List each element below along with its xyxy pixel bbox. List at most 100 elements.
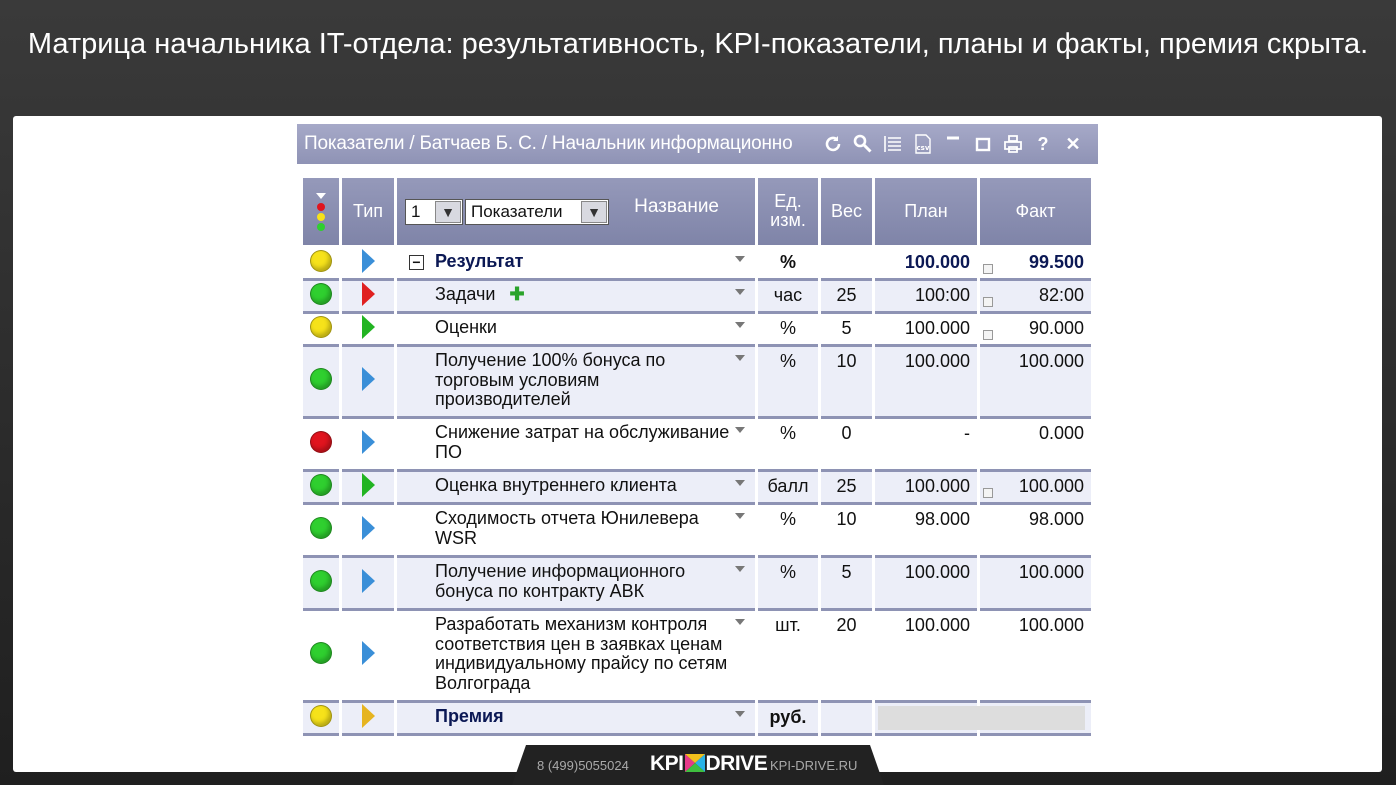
indicator-name[interactable]: Оценки: [435, 317, 497, 337]
collapse-icon[interactable]: −: [409, 255, 424, 270]
chevron-down-icon[interactable]: [735, 619, 745, 625]
chevron-down-icon[interactable]: [735, 322, 745, 328]
plan-cell[interactable]: 100.000: [875, 611, 977, 703]
weight-cell[interactable]: 5: [821, 558, 872, 611]
chevron-down-icon[interactable]: [735, 711, 745, 717]
plan-cell[interactable]: 100.000: [875, 472, 977, 505]
table-row[interactable]: − Результат% 100.000 99.500: [303, 248, 1091, 281]
weight-cell[interactable]: 20: [821, 611, 872, 703]
type-arrow-icon[interactable]: [361, 429, 375, 454]
attachment-icon[interactable]: [983, 488, 993, 498]
fact-cell[interactable]: 100.000: [980, 611, 1091, 703]
plan-cell[interactable]: 100.000: [875, 248, 977, 281]
type-arrow-icon[interactable]: [361, 641, 375, 665]
unit-column-header[interactable]: Ед. изм.: [758, 178, 818, 248]
plan-cell[interactable]: [875, 703, 980, 736]
table-row[interactable]: Премия руб.: [303, 703, 1091, 736]
type-arrow-icon[interactable]: [361, 568, 375, 593]
indicator-name[interactable]: Получение информационного бонуса по конт…: [435, 561, 685, 601]
indicator-name[interactable]: Задачи: [435, 284, 495, 304]
chevron-down-icon[interactable]: [735, 355, 745, 361]
fact-cell[interactable]: 100.000: [980, 558, 1091, 611]
chevron-down-icon[interactable]: [735, 256, 745, 262]
fact-cell[interactable]: [977, 703, 1091, 736]
plan-cell[interactable]: 100.000: [875, 314, 977, 347]
level-select[interactable]: 1 ▼: [405, 199, 463, 225]
weight-cell[interactable]: 25: [821, 472, 872, 505]
chevron-down-icon[interactable]: [735, 427, 745, 433]
type-column-header[interactable]: Тип: [342, 178, 394, 248]
weight-cell[interactable]: 0: [821, 419, 872, 472]
table-row[interactable]: Получение информационного бонуса по конт…: [303, 558, 1091, 611]
view-select[interactable]: Показатели ▼: [465, 199, 609, 225]
fact-cell[interactable]: 0.000: [980, 419, 1091, 472]
weight-cell[interactable]: 25: [821, 281, 872, 314]
weight-column-header[interactable]: Вес: [821, 178, 872, 248]
fact-cell[interactable]: 82:00: [980, 281, 1091, 314]
type-arrow-icon[interactable]: [361, 314, 375, 339]
add-icon[interactable]: ✚: [509, 284, 524, 305]
type-arrow-icon[interactable]: [361, 472, 375, 497]
attachment-icon[interactable]: [983, 297, 993, 307]
fact-cell[interactable]: 100.000: [980, 472, 1091, 505]
indicator-name[interactable]: Снижение затрат на обслуживание ПО: [435, 422, 729, 462]
plan-cell[interactable]: 100.000: [875, 347, 977, 419]
plan-cell[interactable]: -: [875, 419, 977, 472]
name-column-label[interactable]: Название: [634, 196, 719, 218]
table-row[interactable]: Оценка внутреннего клиента балл 25 100.000 1…: [303, 472, 1091, 505]
refresh-icon[interactable]: [822, 133, 844, 155]
plan-cell[interactable]: 98.000: [875, 505, 977, 558]
plan-cell[interactable]: 100.000: [875, 558, 977, 611]
weight-cell[interactable]: [821, 248, 872, 281]
indicator-name[interactable]: Результат: [435, 251, 523, 271]
table-row[interactable]: Получение 100% бонуса по торговым услови…: [303, 347, 1091, 419]
chevron-down-icon[interactable]: [735, 289, 745, 295]
attachment-icon[interactable]: [983, 264, 993, 274]
csv-icon[interactable]: csv: [912, 133, 934, 155]
type-arrow-icon[interactable]: [361, 248, 375, 273]
plan-column-header[interactable]: План: [875, 178, 977, 248]
table-row[interactable]: Снижение затрат на обслуживание ПО% 0 - 0.0…: [303, 419, 1091, 472]
chevron-down-icon[interactable]: [735, 566, 745, 572]
type-arrow-icon[interactable]: [361, 515, 375, 540]
fact-cell[interactable]: 100.000: [980, 347, 1091, 419]
fact-column-header[interactable]: Факт: [980, 178, 1091, 248]
type-arrow-icon[interactable]: [361, 703, 375, 728]
close-icon[interactable]: ✕: [1062, 133, 1084, 155]
weight-cell[interactable]: 10: [821, 347, 872, 419]
indicator-name[interactable]: Получение 100% бонуса по торговым услови…: [435, 350, 665, 409]
list-icon[interactable]: [882, 133, 904, 155]
status-column-header[interactable]: [303, 178, 339, 248]
chevron-down-icon[interactable]: ▼: [435, 201, 461, 223]
window-titlebar[interactable]: Показатели / Батчаев Б. С. / Начальник и…: [297, 124, 1098, 164]
attachment-icon[interactable]: [983, 330, 993, 340]
print-icon[interactable]: [1002, 133, 1024, 155]
fact-cell[interactable]: 99.500: [980, 248, 1091, 281]
indicator-name[interactable]: Оценка внутреннего клиента: [435, 475, 677, 495]
type-arrow-icon[interactable]: [361, 281, 375, 306]
search-icon[interactable]: [852, 133, 874, 155]
minimize-icon[interactable]: [942, 133, 964, 155]
fact-cell[interactable]: 98.000: [980, 505, 1091, 558]
indicator-name[interactable]: Премия: [435, 706, 504, 726]
weight-cell[interactable]: [821, 703, 872, 736]
weight-cell[interactable]: 10: [821, 505, 872, 558]
fact-cell[interactable]: 90.000: [980, 314, 1091, 347]
indicator-name[interactable]: Сходимость отчета Юнилевера WSR: [435, 508, 699, 548]
table-row[interactable]: Задачи ✚ час 25 100:00 82:00: [303, 281, 1091, 314]
help-icon[interactable]: ?: [1032, 133, 1054, 155]
chevron-down-icon[interactable]: [735, 480, 745, 486]
table-row[interactable]: Разработать механизм контроля соответств…: [303, 611, 1091, 703]
footer-site[interactable]: KPI-DRIVE.RU: [770, 758, 857, 773]
status-green-icon: [310, 642, 332, 664]
type-arrow-icon[interactable]: [361, 367, 375, 391]
table-row[interactable]: Сходимость отчета Юнилевера WSR% 10 98.000…: [303, 505, 1091, 558]
table-row[interactable]: Оценки% 5 100.000 90.000: [303, 314, 1091, 347]
plan-cell[interactable]: 100:00: [875, 281, 977, 314]
maximize-icon[interactable]: [972, 133, 994, 155]
weight-cell[interactable]: 5: [821, 314, 872, 347]
indicator-name[interactable]: Разработать механизм контроля соответств…: [435, 614, 727, 693]
status-yellow-icon: [310, 249, 332, 272]
chevron-down-icon[interactable]: ▼: [581, 201, 607, 223]
chevron-down-icon[interactable]: [735, 513, 745, 519]
